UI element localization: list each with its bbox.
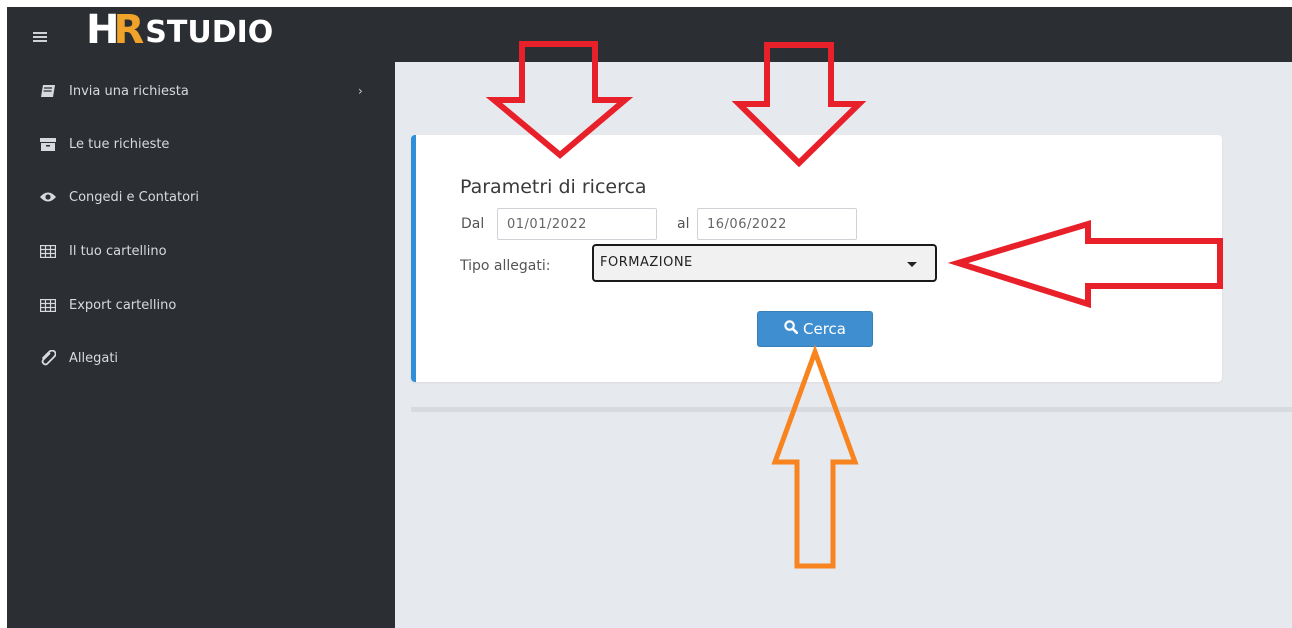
from-date-input[interactable] bbox=[497, 208, 657, 240]
attachment-type-label: Tipo allegati: bbox=[460, 258, 551, 274]
sidebar-item-label: Il tuo cartellino bbox=[69, 243, 167, 259]
content-divider bbox=[411, 407, 1292, 412]
app-logo[interactable]: H R STUDIO bbox=[86, 8, 273, 52]
sidebar-item-congedi-contatori[interactable]: Congedi e Contatori bbox=[7, 185, 395, 209]
attachment-type-selected: FORMAZIONE bbox=[600, 255, 693, 270]
sidebar-item-label: Congedi e Contatori bbox=[69, 189, 199, 205]
sidebar: Invia una richiesta › Le tue richieste C… bbox=[7, 62, 395, 628]
search-button[interactable]: Cerca bbox=[757, 311, 873, 347]
sidebar-item-export-cartellino[interactable]: Export cartellino bbox=[7, 293, 395, 317]
eye-icon bbox=[39, 189, 57, 205]
chevron-right-icon: › bbox=[358, 84, 363, 98]
archive-icon bbox=[39, 136, 57, 152]
table-icon bbox=[39, 243, 57, 259]
sidebar-item-tuo-cartellino[interactable]: Il tuo cartellino bbox=[7, 239, 395, 263]
sidebar-item-allegati[interactable]: Allegati bbox=[7, 346, 395, 370]
logo-studio: STUDIO bbox=[145, 15, 274, 50]
from-date-label: Dal bbox=[461, 216, 485, 232]
sidebar-item-label: Invia una richiesta bbox=[69, 83, 189, 99]
screen: H R STUDIO Invia una richiesta › Le tue ri… bbox=[0, 0, 1292, 628]
sidebar-item-label: Allegati bbox=[69, 350, 119, 366]
to-date-input[interactable] bbox=[697, 208, 857, 240]
to-date-label: al bbox=[677, 216, 690, 232]
search-icon bbox=[784, 320, 799, 338]
logo-r: R bbox=[113, 7, 145, 53]
sidebar-item-label: Export cartellino bbox=[69, 297, 177, 313]
sidebar-item-tue-richieste[interactable]: Le tue richieste bbox=[7, 132, 395, 156]
menu-toggle-icon[interactable] bbox=[33, 32, 47, 42]
panel-title: Parametri di ricerca bbox=[460, 176, 647, 198]
search-button-label: Cerca bbox=[803, 320, 846, 338]
sidebar-item-label: Le tue richieste bbox=[69, 136, 170, 152]
sidebar-item-invia-richiesta[interactable]: Invia una richiesta › bbox=[7, 79, 395, 103]
caret-down-icon bbox=[907, 262, 917, 267]
table-icon bbox=[39, 297, 57, 313]
paperclip-icon bbox=[39, 350, 57, 366]
attachment-type-select[interactable]: FORMAZIONE bbox=[592, 244, 937, 282]
book-icon bbox=[39, 83, 57, 99]
